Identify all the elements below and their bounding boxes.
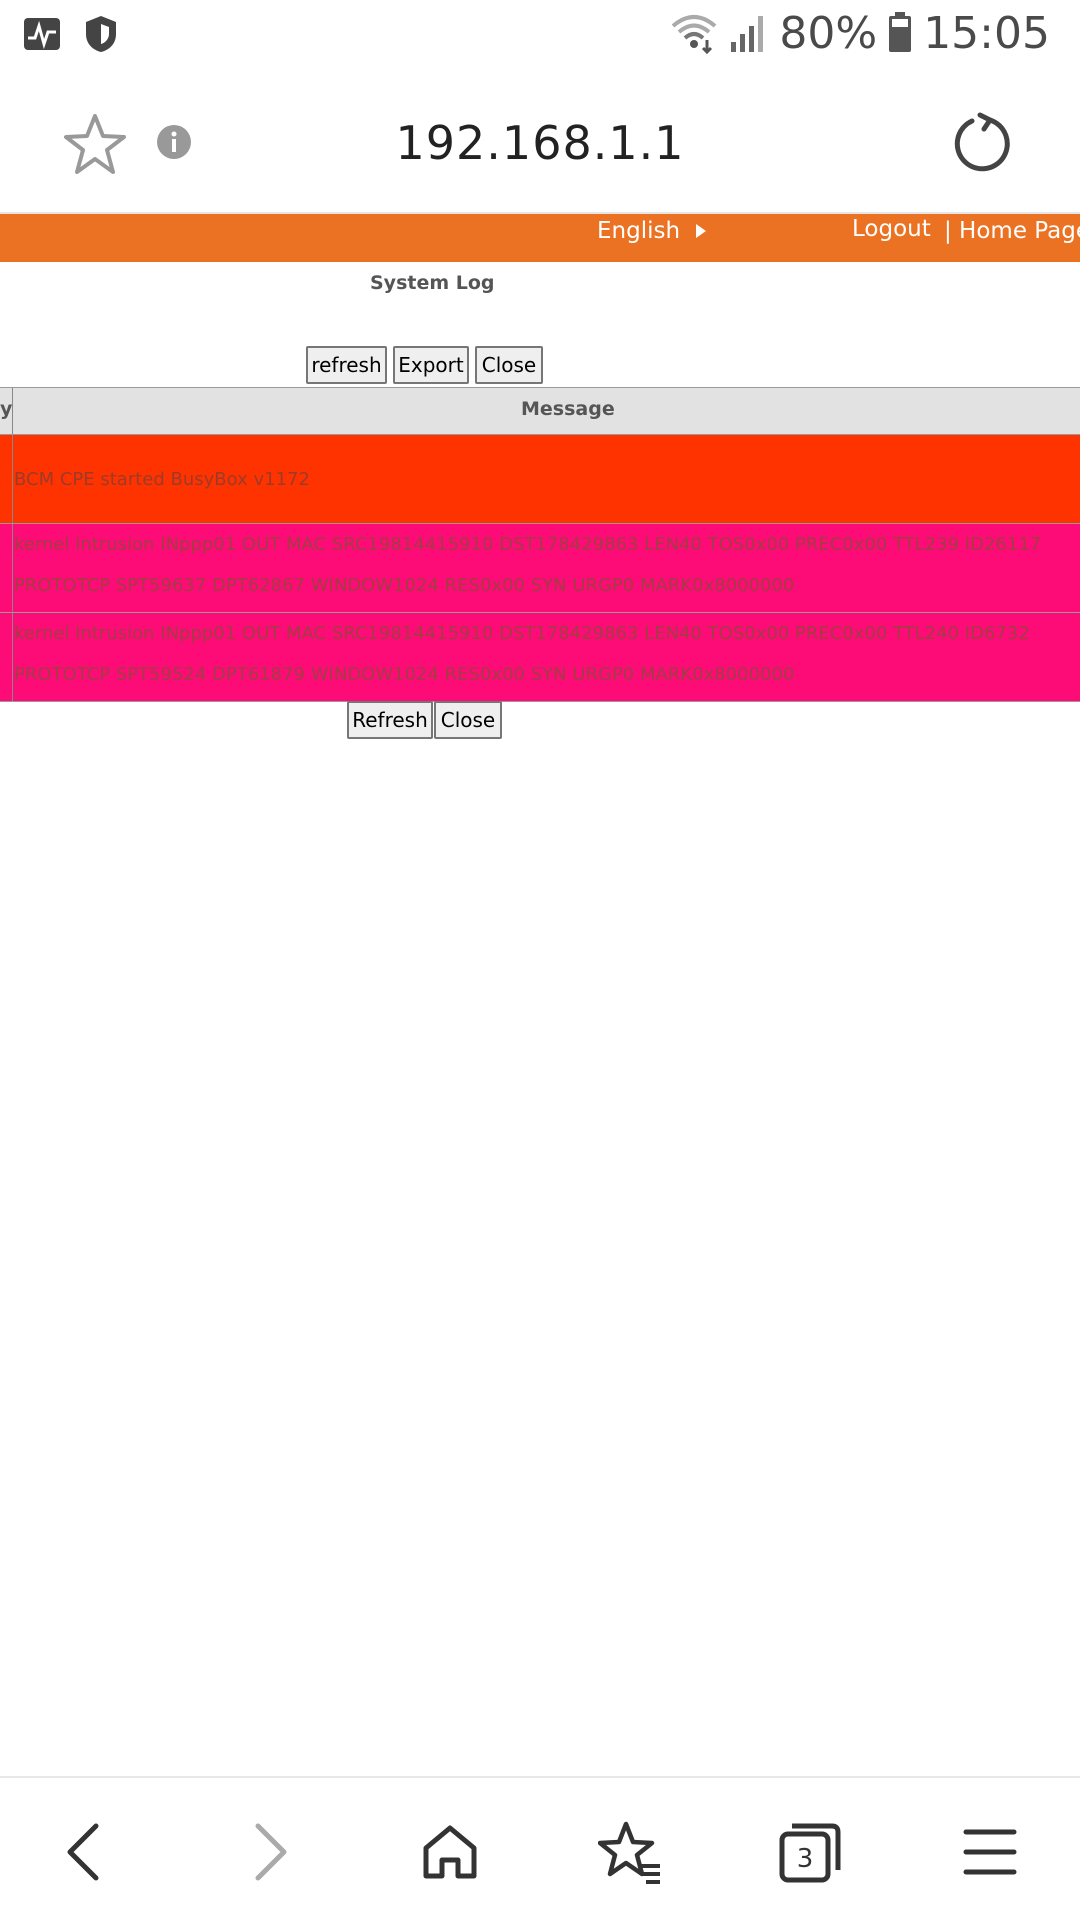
log-message: kernel Intrusion INppp01 OUT MAC SRC1981… xyxy=(14,613,1080,695)
log-message-line: kernel Intrusion INppp01 OUT MAC SRC1981… xyxy=(14,623,1030,644)
language-selector[interactable]: English xyxy=(597,218,707,244)
table-row: kernel Intrusion INppp01 OUT MAC SRC1981… xyxy=(0,524,1080,613)
browser-bottom-nav: 3 xyxy=(0,1776,1080,1922)
status-bar: 80% 15:05 xyxy=(0,0,1080,72)
caret-right-icon xyxy=(696,218,707,244)
wifi-icon xyxy=(669,10,719,58)
home-page-link[interactable]: | Home Page xyxy=(944,218,1080,244)
table-header: y Message xyxy=(0,387,1080,435)
shield-icon xyxy=(84,14,118,58)
column-header-priority: y xyxy=(0,398,13,420)
column-header-message: Message xyxy=(521,398,615,420)
bookmarks-icon[interactable] xyxy=(597,1820,662,1884)
page-title: System Log xyxy=(370,272,495,294)
export-button[interactable]: Export xyxy=(393,346,469,384)
column-divider xyxy=(12,388,13,434)
table-row: kernel Intrusion INppp01 OUT MAC SRC1981… xyxy=(0,613,1080,702)
column-divider xyxy=(12,613,13,701)
logout-link[interactable]: Logout xyxy=(852,216,931,242)
battery-percentage: 80% xyxy=(779,8,878,59)
forward-icon[interactable] xyxy=(236,1820,300,1884)
url-bar[interactable]: 192.168.1.1 xyxy=(0,116,1080,170)
close-bottom-button[interactable]: Close xyxy=(434,701,502,739)
browser-toolbar: 192.168.1.1 xyxy=(0,72,1080,212)
menu-icon[interactable] xyxy=(958,1820,1022,1884)
close-button[interactable]: Close xyxy=(475,346,543,384)
clock: 15:05 xyxy=(923,8,1050,59)
refresh-button[interactable]: refresh xyxy=(306,346,387,384)
log-message: kernel Intrusion INppp01 OUT MAC SRC1981… xyxy=(14,524,1080,606)
home-icon[interactable] xyxy=(418,1820,482,1884)
refresh-bottom-button[interactable]: Refresh xyxy=(347,701,433,739)
log-message: BCM CPE started BusyBox v1172 xyxy=(14,469,310,490)
signal-icon xyxy=(729,10,769,58)
language-label: English xyxy=(597,218,681,244)
column-divider xyxy=(12,435,13,523)
column-divider xyxy=(12,524,13,612)
reload-icon[interactable] xyxy=(952,112,1014,174)
battery-icon xyxy=(887,10,913,58)
table-row: BCM CPE started BusyBox v1172 xyxy=(0,435,1080,524)
router-header-bar: English Logout | Home Page xyxy=(0,214,1080,262)
log-table: y Message BCM CPE started BusyBox v1172 … xyxy=(0,387,1080,702)
tab-count: 3 xyxy=(797,1844,814,1874)
tabs-icon[interactable]: 3 xyxy=(778,1820,842,1884)
log-message-line: PROTOTCP SPT59637 DPT62867 WINDOW1024 RE… xyxy=(14,575,795,596)
log-message-line: kernel Intrusion INppp01 OUT MAC SRC1981… xyxy=(14,534,1042,555)
back-icon[interactable] xyxy=(54,1820,118,1884)
log-message-line: PROTOTCP SPT59524 DPT61879 WINDOW1024 RE… xyxy=(14,664,795,685)
pulse-icon xyxy=(22,14,62,58)
